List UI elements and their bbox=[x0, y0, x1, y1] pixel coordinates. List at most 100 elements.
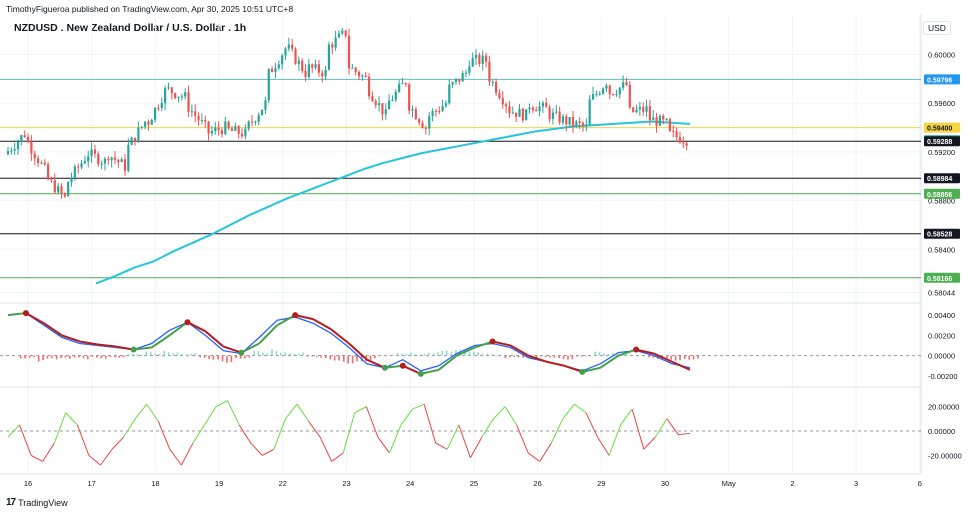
osc-segment bbox=[446, 424, 460, 450]
candle-body bbox=[525, 109, 528, 121]
osc-segment bbox=[227, 400, 240, 426]
macd-histogram-bar bbox=[374, 355, 376, 359]
chart-canvas[interactable]: 0.600000.596000.592000.588000.584000.580… bbox=[0, 0, 975, 514]
macd-histogram-bar bbox=[28, 355, 31, 358]
crossover-dot bbox=[184, 319, 191, 326]
candle-body bbox=[398, 83, 401, 92]
macd-histogram-bar bbox=[684, 355, 686, 359]
macd-histogram-bar bbox=[208, 355, 210, 359]
macd-histogram-bar bbox=[284, 352, 287, 356]
candle-body bbox=[377, 103, 381, 106]
candle-body bbox=[498, 92, 501, 99]
candle-body bbox=[601, 88, 605, 94]
candle-body bbox=[321, 72, 324, 77]
signal-line-segment bbox=[438, 354, 458, 371]
candle-body bbox=[354, 67, 357, 73]
candle-body bbox=[665, 118, 668, 120]
macd-histogram-bar bbox=[589, 355, 592, 357]
signal-line-segment bbox=[653, 352, 673, 363]
time-tick-label: 22 bbox=[279, 479, 287, 488]
crossover-dot bbox=[238, 349, 245, 356]
osc-segment bbox=[504, 406, 518, 426]
candle-body bbox=[347, 35, 351, 69]
candle-body bbox=[133, 137, 137, 142]
candle-body bbox=[80, 163, 83, 168]
macd-histogram-bar bbox=[666, 355, 668, 359]
macd-histogram-bar bbox=[338, 355, 340, 361]
candle-body bbox=[301, 60, 304, 71]
time-tick-label: 25 bbox=[470, 479, 478, 488]
time-axis[interactable]: 16 17 18 19 22 23 24 25 26 29 30 May 2 3 6 bbox=[24, 479, 922, 488]
candle-body bbox=[394, 91, 397, 100]
candle-body bbox=[551, 112, 555, 119]
macd-histogram-bar bbox=[508, 355, 511, 358]
candle-body bbox=[23, 135, 26, 137]
macd-tick-label: 0.00400 bbox=[928, 311, 955, 320]
price-axis[interactable]: 0.600000.596000.592000.588000.584000.580… bbox=[924, 51, 962, 461]
candle-body bbox=[227, 121, 230, 129]
candle-body bbox=[685, 143, 688, 146]
candle-body bbox=[43, 162, 46, 165]
macd-histogram-bar bbox=[42, 355, 44, 361]
candle-body bbox=[284, 48, 287, 56]
osc-segment bbox=[192, 424, 205, 444]
oscillator-panel bbox=[0, 400, 921, 466]
candle-body bbox=[334, 37, 337, 48]
osc-segment bbox=[53, 412, 67, 444]
macd-histogram-bar bbox=[46, 355, 49, 359]
macd-histogram-bar bbox=[441, 350, 444, 356]
macd-histogram-bar bbox=[163, 350, 166, 356]
candle-body bbox=[672, 131, 675, 133]
candle-body bbox=[578, 121, 581, 124]
time-tick-label: 18 bbox=[151, 479, 159, 488]
osc-segment bbox=[481, 418, 494, 438]
candle-body bbox=[505, 104, 508, 107]
macd-histogram-bar bbox=[24, 355, 26, 359]
candle-body bbox=[97, 153, 100, 165]
osc-segment bbox=[458, 424, 471, 458]
candle-body bbox=[588, 99, 591, 125]
candle-body bbox=[194, 111, 197, 116]
candle-body bbox=[220, 130, 224, 135]
candle-body bbox=[448, 84, 451, 104]
macd-histogram-bar bbox=[122, 355, 125, 358]
macd-histogram-bar bbox=[262, 352, 264, 356]
macd-histogram-bar bbox=[450, 351, 453, 356]
candle-body bbox=[488, 61, 491, 82]
macd-histogram-bar bbox=[185, 354, 188, 356]
candle-body bbox=[83, 161, 86, 164]
candle-body bbox=[244, 128, 247, 137]
candle-body bbox=[237, 126, 240, 134]
candle-body bbox=[531, 107, 534, 110]
macd-histogram-bar bbox=[481, 353, 484, 356]
osc-segment bbox=[76, 424, 90, 456]
candle-body bbox=[257, 115, 260, 122]
time-tick-label: 6 bbox=[918, 479, 922, 488]
candle-body bbox=[267, 68, 270, 101]
macd-histogram-bar bbox=[266, 353, 269, 356]
candle-body bbox=[461, 73, 464, 82]
macd-histogram-bar bbox=[69, 355, 71, 359]
candle-body bbox=[642, 107, 645, 112]
candle-body bbox=[381, 103, 384, 115]
candle-body bbox=[197, 115, 200, 121]
candle-body bbox=[548, 107, 551, 119]
osc-segment bbox=[539, 442, 552, 462]
osc-segment bbox=[319, 436, 333, 462]
candle-body bbox=[204, 120, 207, 122]
macd-histogram-bar bbox=[199, 355, 202, 358]
candle-body bbox=[224, 121, 227, 135]
osc-segment bbox=[331, 452, 344, 462]
candle-body bbox=[150, 119, 153, 125]
macd-histogram-bar bbox=[154, 353, 156, 356]
candle-body bbox=[431, 110, 434, 116]
time-tick-label: 23 bbox=[342, 479, 350, 488]
time-tick-label: 19 bbox=[215, 479, 223, 488]
macd-histogram-bar bbox=[679, 355, 681, 361]
time-tick-label: 16 bbox=[24, 479, 32, 488]
macd-histogram-bar bbox=[136, 353, 139, 356]
osc-segment bbox=[469, 436, 483, 459]
candle-body bbox=[184, 92, 187, 97]
candle-body bbox=[478, 54, 481, 64]
candle-body bbox=[130, 137, 133, 145]
